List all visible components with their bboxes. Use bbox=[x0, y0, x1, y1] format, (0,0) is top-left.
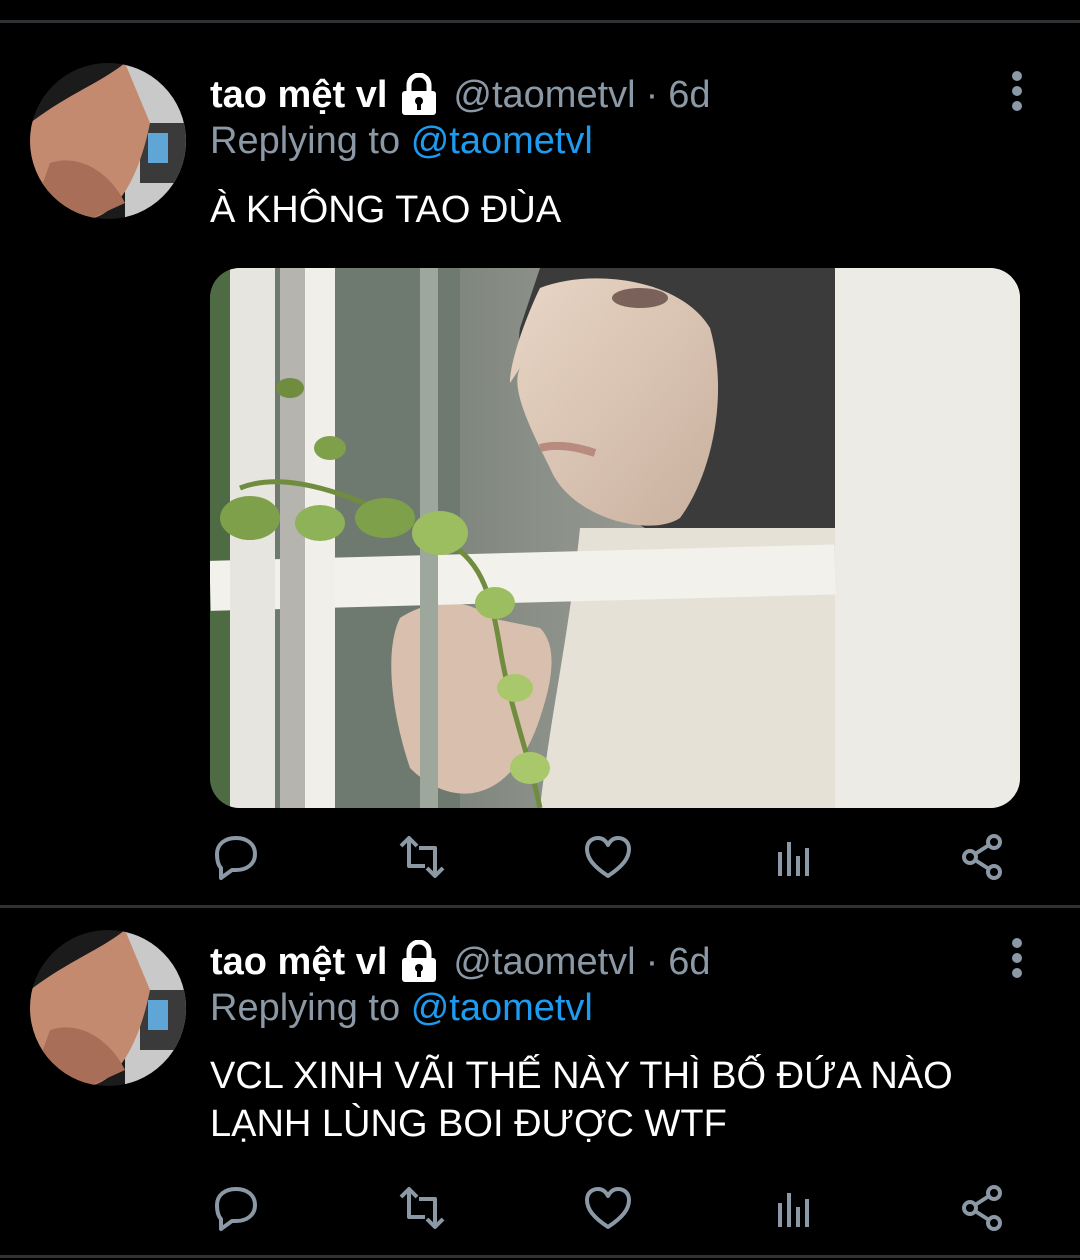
share-icon[interactable] bbox=[958, 1183, 1008, 1233]
separator: · bbox=[645, 73, 659, 116]
tweet-header: tao mệt vl @taometvl · 6d bbox=[210, 937, 711, 987]
retweet-icon[interactable] bbox=[397, 1183, 447, 1233]
heart-icon[interactable] bbox=[583, 1183, 633, 1233]
replying-to: Replying to @taometvl bbox=[210, 120, 593, 163]
bottom-divider bbox=[0, 1255, 1080, 1258]
share-icon[interactable] bbox=[958, 832, 1008, 882]
retweet-icon[interactable] bbox=[397, 832, 447, 882]
tweet-actions bbox=[0, 832, 1080, 882]
tweet-actions bbox=[0, 1183, 1080, 1233]
lock-icon bbox=[399, 939, 439, 984]
tweet-photo[interactable] bbox=[210, 268, 1020, 808]
tweet-header: tao mệt vl @taometvl · 6d bbox=[210, 70, 711, 120]
replying-label: Replying to bbox=[210, 987, 401, 1029]
reply-icon[interactable] bbox=[211, 1183, 261, 1233]
replying-to: Replying to @taometvl bbox=[210, 987, 593, 1030]
avatar[interactable] bbox=[30, 930, 186, 1086]
replying-label: Replying to bbox=[210, 120, 401, 162]
top-divider bbox=[0, 20, 1080, 23]
separator: · bbox=[645, 940, 659, 983]
handle[interactable]: @taometvl bbox=[453, 74, 635, 117]
mention-link[interactable]: @taometvl bbox=[411, 120, 593, 162]
more-vertical-icon[interactable] bbox=[1000, 66, 1034, 116]
tweet-divider bbox=[0, 905, 1080, 908]
tweet-text: VCL XINH VÃI THẾ NÀY THÌ BỐ ĐỨA NÀO LẠNH… bbox=[210, 1052, 1030, 1148]
analytics-icon[interactable] bbox=[770, 832, 820, 882]
avatar[interactable] bbox=[30, 63, 186, 219]
mention-link[interactable]: @taometvl bbox=[411, 987, 593, 1029]
tweet-text: À KHÔNG TAO ĐÙA bbox=[210, 189, 562, 231]
handle[interactable]: @taometvl bbox=[453, 941, 635, 984]
lock-icon bbox=[399, 72, 439, 117]
heart-icon[interactable] bbox=[583, 832, 633, 882]
analytics-icon[interactable] bbox=[770, 1183, 820, 1233]
timestamp[interactable]: 6d bbox=[668, 941, 710, 984]
display-name[interactable]: tao mệt vl bbox=[210, 941, 387, 984]
timestamp[interactable]: 6d bbox=[668, 74, 710, 117]
more-vertical-icon[interactable] bbox=[1000, 933, 1034, 983]
reply-icon[interactable] bbox=[211, 832, 261, 882]
tweet-text-line: LẠNH LÙNG BOI ĐƯỢC WTF bbox=[210, 1103, 727, 1145]
tweet-text-line: VCL XINH VÃI THẾ NÀY THÌ BỐ ĐỨA NÀO bbox=[210, 1055, 953, 1097]
display-name[interactable]: tao mệt vl bbox=[210, 74, 387, 117]
